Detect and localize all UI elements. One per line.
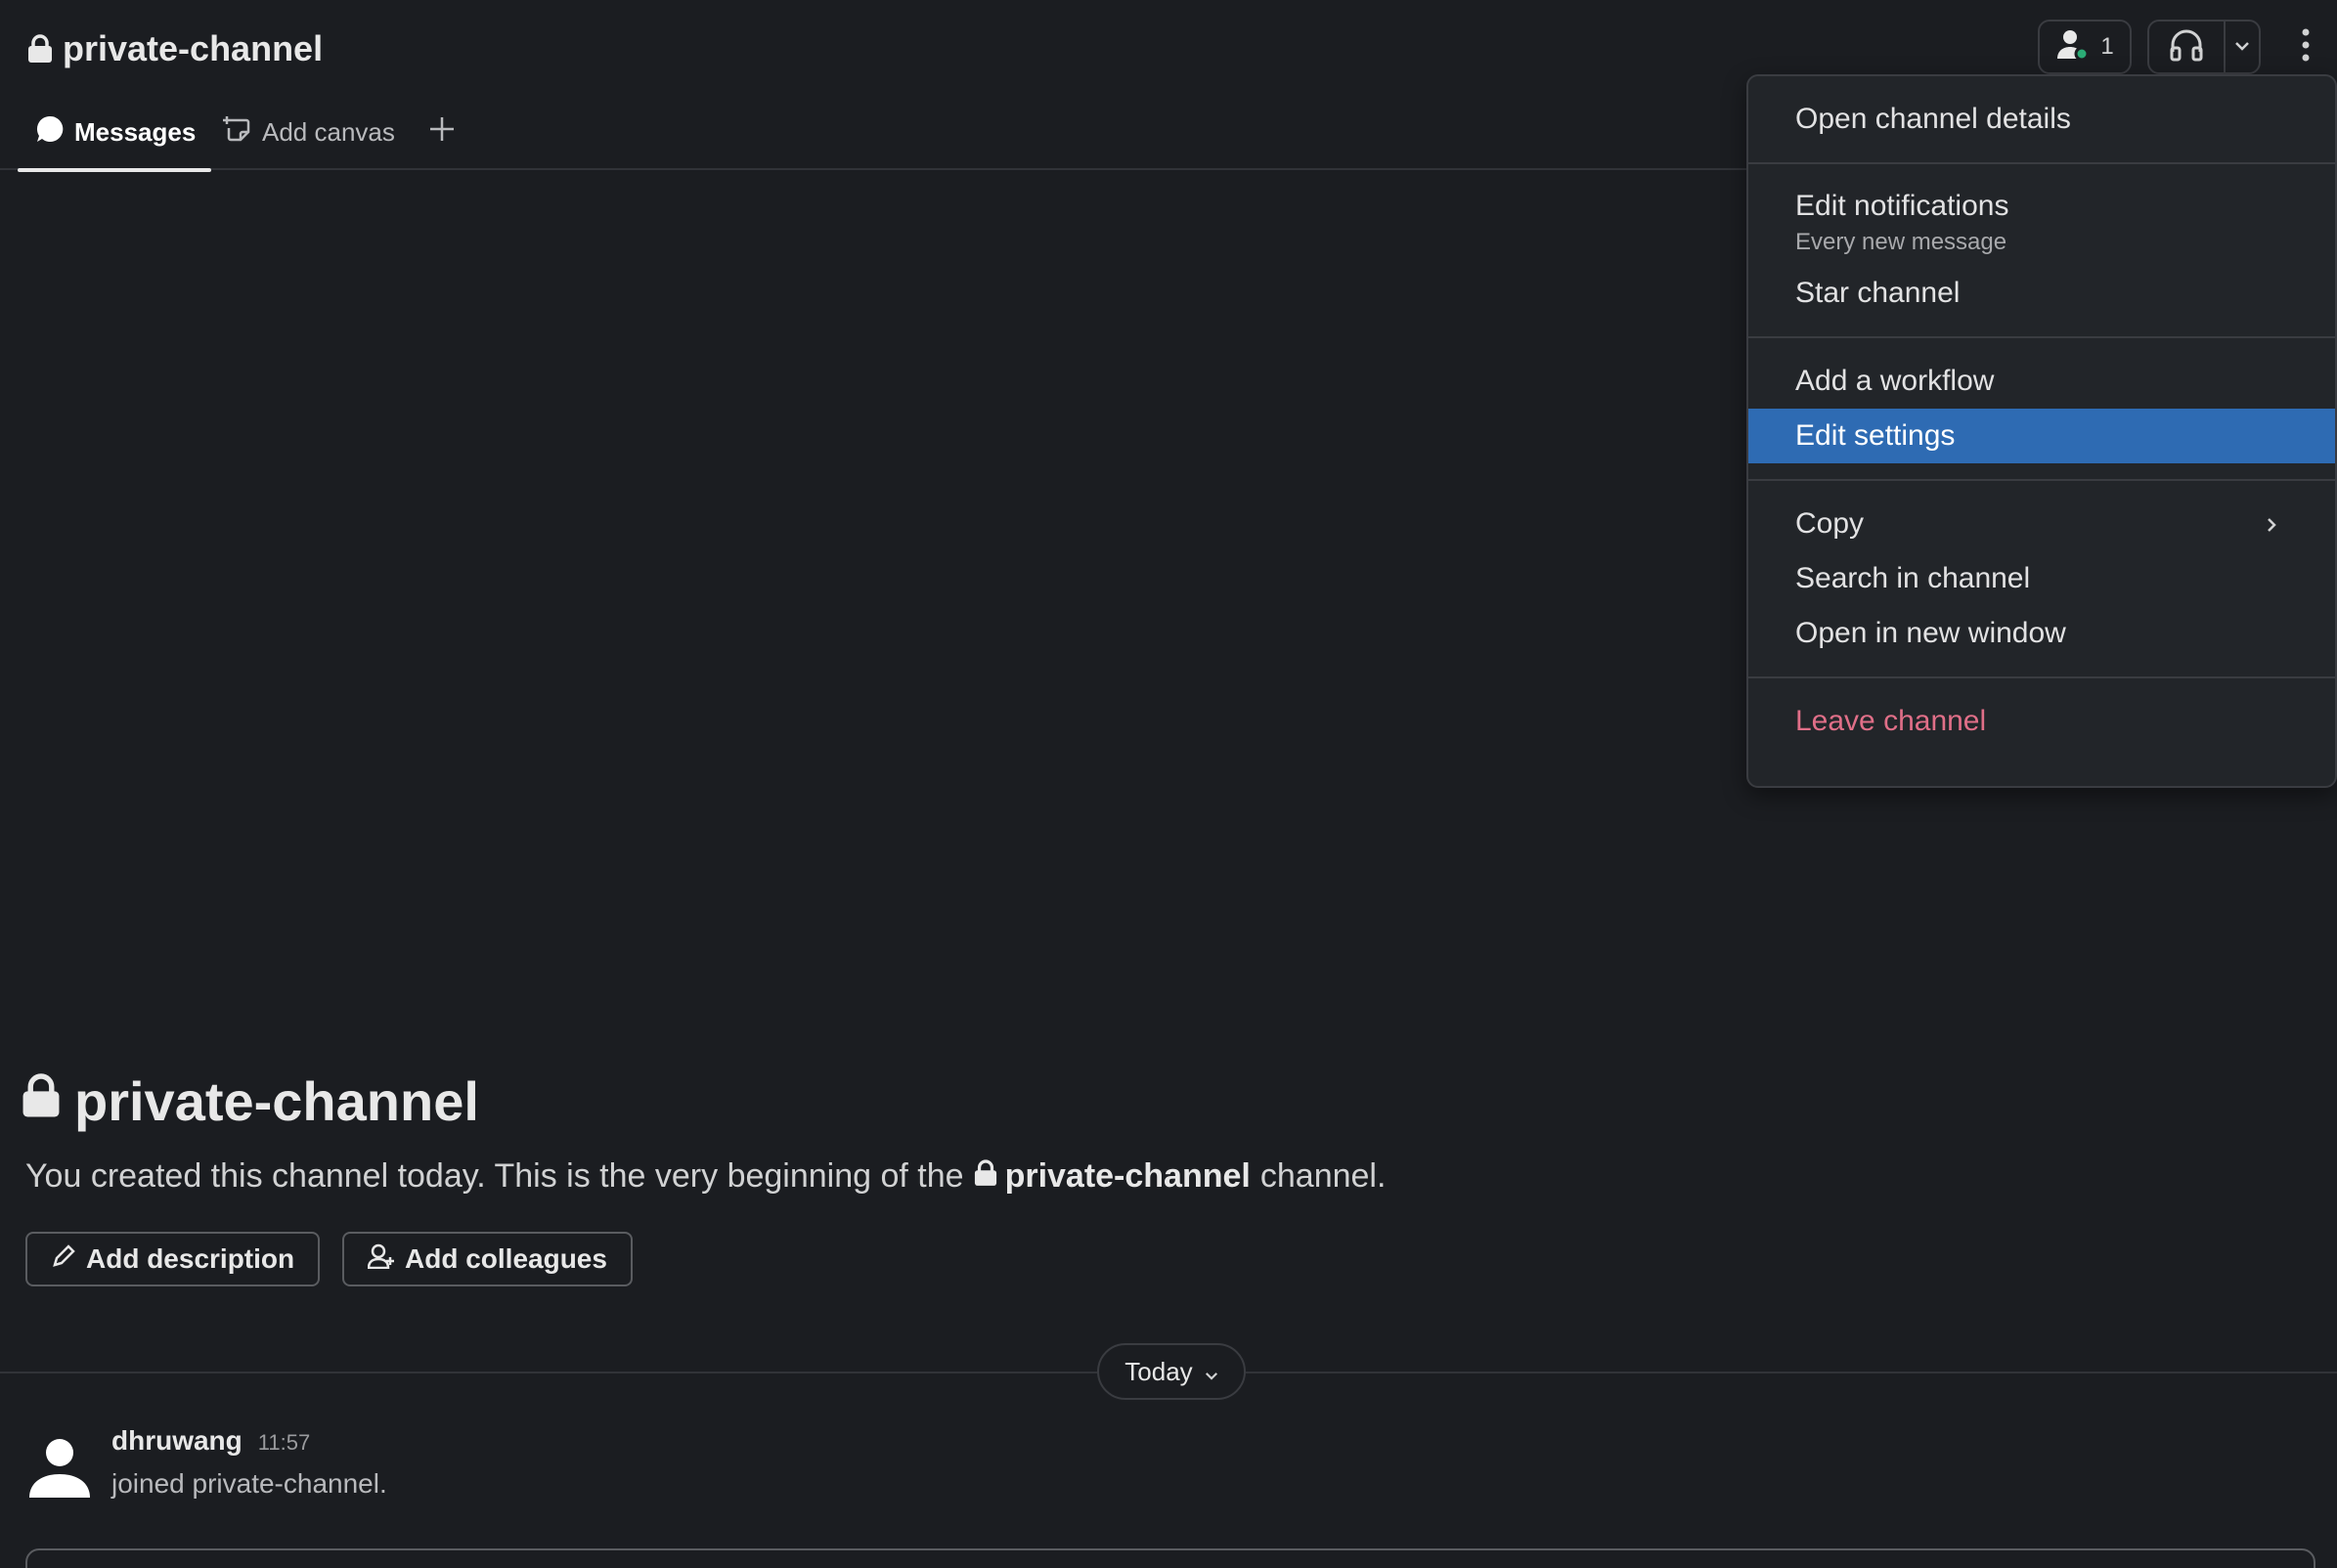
intro-channel-link[interactable]: private-channel — [974, 1157, 1251, 1196]
tab-add-canvas[interactable]: Add canvas — [223, 94, 395, 170]
menu-item-edit-notifications[interactable]: Edit notifications Every new message — [1748, 180, 2335, 266]
message-composer[interactable] — [25, 1548, 2315, 1568]
huddle-button[interactable] — [2147, 20, 2261, 74]
chevron-down-icon — [2234, 38, 2250, 56]
avatar[interactable] — [27, 1433, 92, 1498]
plus-icon — [428, 115, 456, 150]
canvas-icon — [223, 114, 252, 151]
menu-item-label: Leave channel — [1795, 705, 1987, 737]
huddle-start[interactable] — [2149, 22, 2226, 72]
tab-messages[interactable]: Messages — [17, 94, 212, 172]
today-label: Today — [1124, 1356, 1193, 1386]
add-tab-button[interactable] — [428, 94, 456, 170]
headphones-icon — [2169, 28, 2204, 66]
intro-heading: private-channel — [22, 1066, 479, 1136]
lock-icon — [22, 1069, 61, 1133]
menu-separator — [1748, 676, 2335, 678]
channel-name: private-channel — [63, 28, 324, 68]
chevron-right-icon — [2267, 507, 2276, 541]
menu-item-leave-channel[interactable]: Leave channel — [1748, 694, 2335, 749]
huddle-options[interactable] — [2226, 22, 2259, 72]
members-button[interactable]: 1 — [2038, 20, 2132, 74]
intro-channel-link-label: private-channel — [1004, 1156, 1251, 1195]
menu-item-copy[interactable]: Copy — [1748, 497, 2335, 551]
jump-to-date-button[interactable]: Today — [1097, 1343, 1246, 1400]
intro-text-before: You created this channel today. This is … — [25, 1156, 964, 1195]
menu-item-label: Star channel — [1795, 277, 1961, 309]
message-author[interactable]: dhruwang — [111, 1425, 243, 1457]
add-person-icon — [367, 1243, 395, 1276]
tab-label: Messages — [74, 116, 197, 147]
menu-item-search-in-channel[interactable]: Search in channel — [1748, 551, 2335, 606]
lock-icon — [27, 34, 53, 64]
menu-item-edit-settings[interactable]: Edit settings — [1748, 409, 2335, 463]
menu-item-open-channel-details[interactable]: Open channel details — [1748, 92, 2335, 147]
intro-text-after: channel. — [1259, 1156, 1387, 1195]
menu-item-add-workflow[interactable]: Add a workflow — [1748, 354, 2335, 409]
intro-description: You created this channel today. This is … — [25, 1152, 1386, 1200]
person-icon — [2055, 27, 2090, 67]
menu-separator — [1748, 479, 2335, 481]
message-header: dhruwang 11:57 — [111, 1425, 310, 1464]
add-description-label: Add description — [86, 1243, 295, 1274]
message-timestamp[interactable]: 11:57 — [258, 1430, 310, 1456]
menu-separator — [1748, 336, 2335, 338]
menu-item-label: Edit settings — [1795, 419, 1956, 452]
add-description-button[interactable]: Add description — [25, 1232, 321, 1286]
message-text: joined private-channel. — [111, 1468, 387, 1499]
menu-item-label: Add a workflow — [1795, 365, 1995, 397]
channel-options-menu: Open channel details Edit notifications … — [1746, 74, 2337, 788]
add-colleagues-button[interactable]: Add colleagues — [342, 1232, 633, 1286]
menu-item-label: Open channel details — [1795, 103, 2071, 135]
member-count: 1 — [2100, 33, 2114, 60]
menu-item-label: Copy — [1795, 507, 1865, 540]
kebab-icon — [2301, 27, 2311, 67]
chevron-down-icon — [1205, 1357, 1218, 1387]
pencil-icon — [51, 1243, 76, 1276]
menu-item-label: Open in new window — [1795, 617, 2066, 649]
app-window: private-channel 1 Messages Add canvas pr… — [0, 0, 2337, 1568]
add-colleagues-label: Add colleagues — [405, 1243, 607, 1274]
tab-label: Add canvas — [262, 116, 395, 147]
menu-item-label: Search in channel — [1795, 562, 2031, 594]
menu-item-label: Edit notifications — [1795, 190, 2009, 222]
message-bubble-icon — [35, 114, 65, 151]
menu-item-sublabel: Every new message — [1795, 229, 2007, 255]
menu-item-open-in-new-window[interactable]: Open in new window — [1748, 606, 2335, 661]
menu-separator — [1748, 162, 2335, 164]
more-actions-button[interactable] — [2286, 20, 2325, 74]
menu-item-star-channel[interactable]: Star channel — [1748, 266, 2335, 321]
channel-header-title[interactable]: private-channel — [27, 23, 323, 74]
lock-icon — [974, 1157, 997, 1196]
intro-channel-name: private-channel — [74, 1069, 479, 1132]
